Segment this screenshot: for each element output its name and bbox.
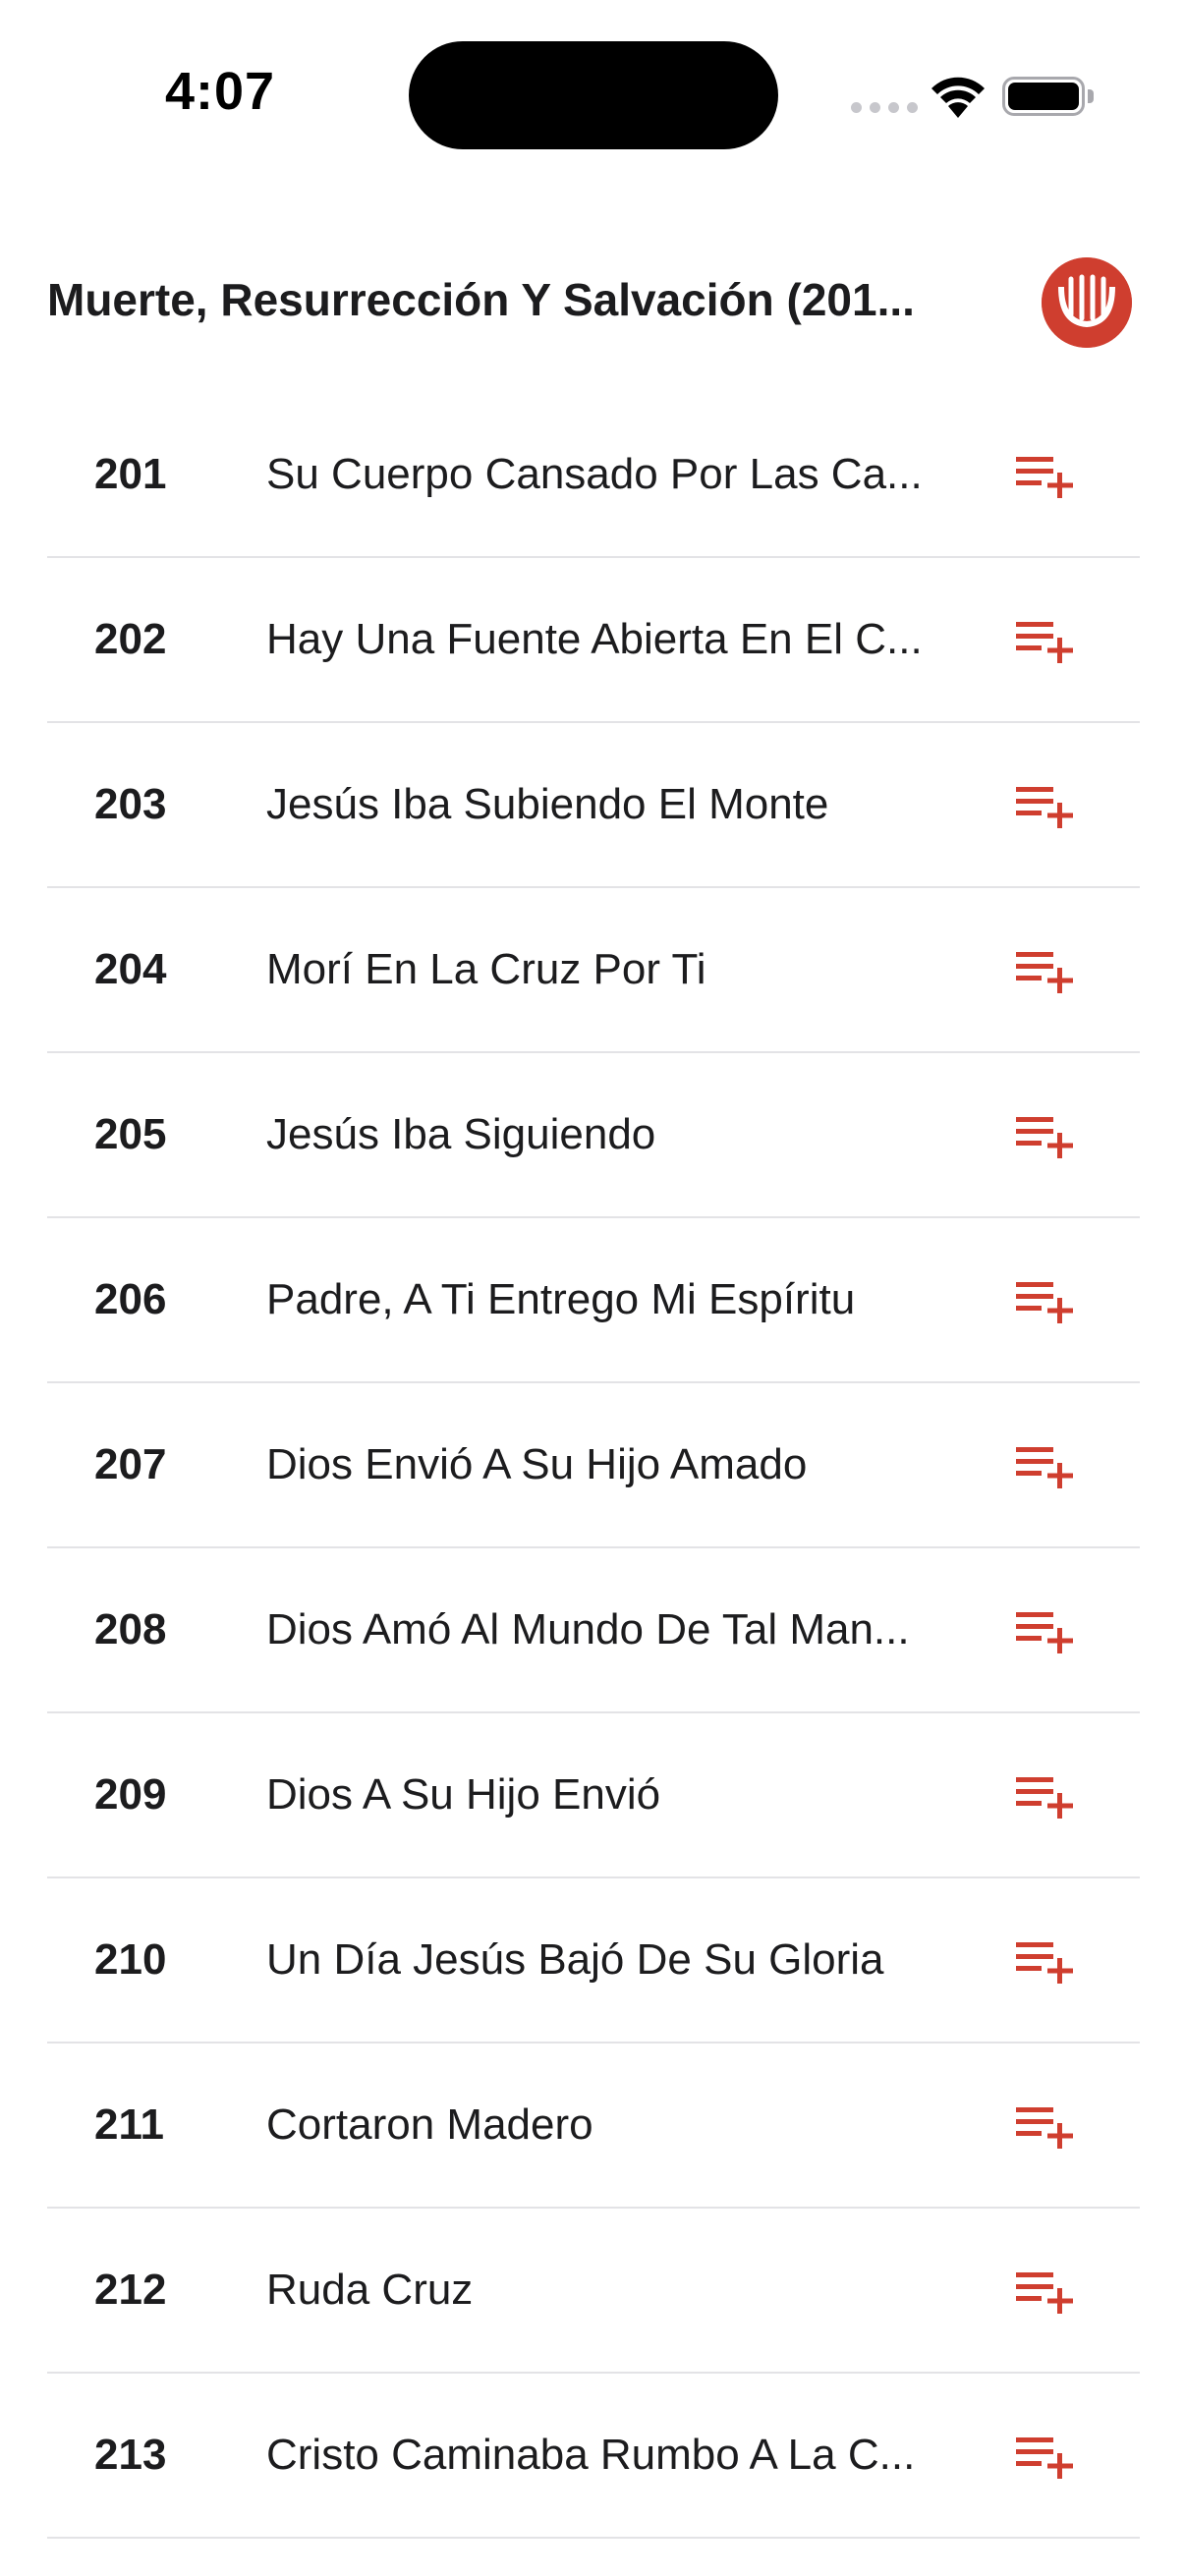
playlist-add-icon[interactable] (1014, 2267, 1077, 2314)
status-bar: 4:07 (0, 0, 1185, 187)
playlist-add-icon[interactable] (1014, 2101, 1077, 2149)
hymn-row-203[interactable]: 203 Jesús Iba Subiendo El Monte (47, 723, 1140, 888)
wifi-icon (931, 77, 985, 118)
hymn-row-201[interactable]: 201 Su Cuerpo Cansado Por Las Ca... (47, 393, 1140, 558)
playlist-add-icon[interactable] (1014, 451, 1077, 498)
hymn-title: Jesús Iba Subiendo El Monte (266, 780, 829, 828)
battery-icon (1002, 77, 1085, 116)
playlist-add-icon[interactable] (1014, 1936, 1077, 1984)
hymn-number: 212 (94, 2266, 167, 2314)
hymn-number: 204 (94, 945, 167, 993)
hymn-row-209[interactable]: 209 Dios A Su Hijo Envió (47, 1713, 1140, 1878)
hymn-number: 208 (94, 1605, 167, 1653)
hymn-number: 201 (94, 450, 167, 498)
hymn-number: 213 (94, 2431, 167, 2479)
hymn-number: 206 (94, 1275, 167, 1323)
playlist-add-icon[interactable] (1014, 1606, 1077, 1653)
hymn-title: Su Cuerpo Cansado Por Las Ca... (266, 450, 923, 498)
hymn-row-207[interactable]: 207 Dios Envió A Su Hijo Amado (47, 1383, 1140, 1548)
hymn-number: 209 (94, 1770, 167, 1819)
cellular-signal-icon (851, 102, 918, 113)
hymn-title: Dios Amó Al Mundo De Tal Man... (266, 1605, 910, 1653)
hymn-title: Padre, A Ti Entrego Mi Espíritu (266, 1275, 856, 1323)
hymn-title: Morí En La Cruz Por Ti (266, 945, 706, 993)
hymn-number: 205 (94, 1110, 167, 1158)
hymn-title: Dios A Su Hijo Envió (266, 1770, 661, 1819)
dynamic-island (409, 41, 778, 149)
hymn-row-204[interactable]: 204 Morí En La Cruz Por Ti (47, 888, 1140, 1053)
hymn-row-213[interactable]: 213 Cristo Caminaba Rumbo A La C... (47, 2374, 1140, 2539)
hymn-row-205[interactable]: 205 Jesús Iba Siguiendo (47, 1053, 1140, 1218)
playlist-add-icon[interactable] (1014, 1441, 1077, 1488)
hymn-number: 207 (94, 1440, 167, 1488)
hymn-number: 210 (94, 1935, 167, 1984)
hymn-list: 201 Su Cuerpo Cansado Por Las Ca... 202 … (47, 393, 1140, 2539)
playlist-add-icon[interactable] (1014, 616, 1077, 663)
hymn-row-211[interactable]: 211 Cortaron Madero (47, 2044, 1140, 2209)
page-title: Muerte, Resurrección Y Salvación (201... (47, 274, 915, 325)
playlist-add-icon[interactable] (1014, 946, 1077, 993)
hymn-title: Jesús Iba Siguiendo (266, 1110, 656, 1158)
hymn-row-202[interactable]: 202 Hay Una Fuente Abierta En El C... (47, 558, 1140, 723)
hymn-title: Dios Envió A Su Hijo Amado (266, 1440, 808, 1488)
hymn-title: Cristo Caminaba Rumbo A La C... (266, 2431, 916, 2479)
hymn-row-208[interactable]: 208 Dios Amó Al Mundo De Tal Man... (47, 1548, 1140, 1713)
status-time: 4:07 (165, 62, 276, 121)
hymn-row-212[interactable]: 212 Ruda Cruz (47, 2209, 1140, 2374)
hymn-title: Cortaron Madero (266, 2100, 593, 2149)
hymn-row-206[interactable]: 206 Padre, A Ti Entrego Mi Espíritu (47, 1218, 1140, 1383)
playlist-add-icon[interactable] (1014, 1276, 1077, 1323)
hymn-title: Hay Una Fuente Abierta En El C... (266, 615, 923, 663)
hymn-row-210[interactable]: 210 Un Día Jesús Bajó De Su Gloria (47, 1878, 1140, 2044)
playlist-add-icon[interactable] (1014, 1111, 1077, 1158)
hymn-title: Un Día Jesús Bajó De Su Gloria (266, 1935, 884, 1984)
hymn-number: 203 (94, 780, 167, 828)
playlist-add-icon[interactable] (1014, 1771, 1077, 1819)
hymnal-logo-icon[interactable] (1042, 257, 1132, 348)
hymn-number: 202 (94, 615, 167, 663)
playlist-add-icon[interactable] (1014, 2432, 1077, 2479)
playlist-add-icon[interactable] (1014, 781, 1077, 828)
hymn-title: Ruda Cruz (266, 2266, 474, 2314)
hymn-number: 211 (94, 2100, 164, 2149)
